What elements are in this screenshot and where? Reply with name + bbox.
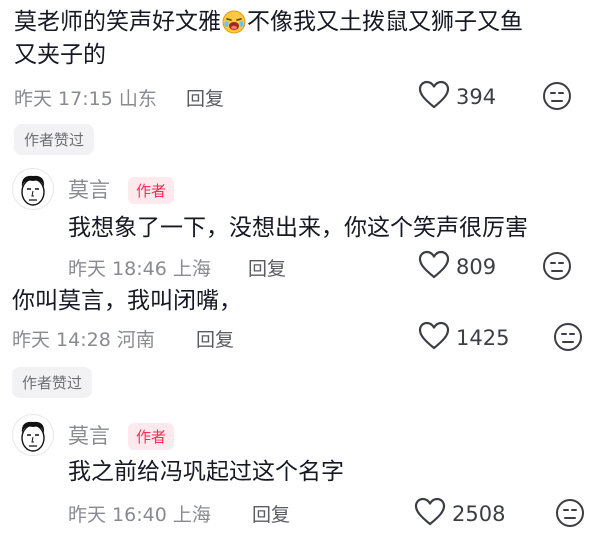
like-button[interactable]: 1425 [418, 321, 509, 355]
like-count: 1425 [456, 326, 510, 350]
comment-meta: 昨天 18:46 上海 [68, 258, 211, 280]
reply-button[interactable]: 回复 [252, 500, 290, 527]
comment-text: 你叫莫言，我叫闭嘴， [12, 288, 242, 314]
comment-meta: 昨天 17:15 山东 [14, 88, 157, 110]
like-button[interactable]: 394 [418, 80, 496, 114]
comment-meta: 昨天 16:40 上海 [68, 504, 211, 526]
reply-button[interactable]: 回复 [248, 254, 286, 281]
like-button[interactable]: 2508 [414, 497, 505, 531]
author-badge: 作者 [128, 177, 175, 204]
comment-meta: 昨天 14:28 河南 [12, 329, 155, 351]
like-count: 2508 [452, 502, 506, 526]
laughing-crying-emoji-icon [222, 10, 246, 43]
like-count: 809 [456, 255, 497, 279]
dislike-face-icon[interactable] [554, 497, 586, 533]
avatar[interactable] [12, 414, 54, 456]
heart-icon [414, 497, 446, 531]
author-liked-badge: 作者赞过 [12, 367, 93, 398]
dislike-face-icon[interactable] [541, 250, 573, 286]
author-badge: 作者 [128, 423, 175, 450]
dislike-face-icon[interactable] [541, 80, 573, 116]
heart-icon [418, 80, 450, 114]
like-button[interactable]: 809 [418, 250, 496, 284]
like-count: 394 [456, 85, 497, 109]
dislike-face-icon[interactable] [552, 321, 584, 357]
reply-button[interactable]: 回复 [186, 84, 224, 111]
heart-icon [418, 321, 450, 355]
author-liked-badge: 作者赞过 [14, 124, 95, 155]
comment-text: 莫老师的笑声好文雅 不像我又土拨鼠又狮子又鱼 [14, 6, 523, 43]
comment-text-line2: 又夹子的 [14, 42, 106, 68]
avatar[interactable] [12, 168, 54, 210]
author-name[interactable]: 莫言 [68, 420, 110, 450]
comment-text: 我之前给冯巩起过这个名字 [68, 459, 344, 485]
comment-text: 我想象了一下，没想出来，你这个笑声很厉害 [68, 215, 528, 241]
author-name[interactable]: 莫言 [68, 174, 110, 204]
reply-button[interactable]: 回复 [196, 325, 234, 352]
heart-icon [418, 250, 450, 284]
